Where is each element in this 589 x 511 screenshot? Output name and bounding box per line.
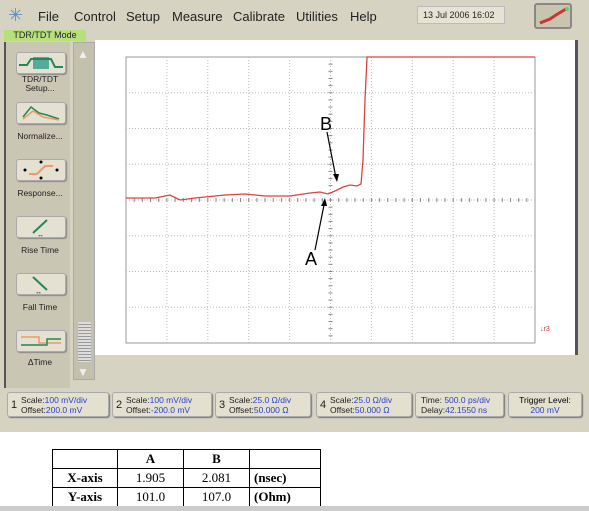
- annotation-label-a: A: [305, 249, 317, 269]
- timebase-button[interactable]: Time: 500.0 ps/div Delay:42.1550 ns: [415, 392, 504, 417]
- channel-2-button[interactable]: 2 Scale:100 mV/div Offset:-200.0 mV: [112, 392, 212, 417]
- normalize-icon: [22, 105, 60, 121]
- menu-utilities[interactable]: Utilities: [296, 9, 338, 24]
- bottom-border: [0, 506, 589, 511]
- response-icon: [23, 160, 59, 180]
- delta-time-button[interactable]: [16, 330, 66, 352]
- rise-time-button[interactable]: ↔: [16, 216, 66, 239]
- graph-icon: [539, 7, 569, 25]
- normalize-button[interactable]: [16, 102, 66, 124]
- tdr-setup-icon: [19, 57, 63, 69]
- annotation-arrow-a: [314, 199, 326, 251]
- scroll-down-icon[interactable]: ▼: [77, 365, 89, 379]
- sidebar: TDR/TDT Setup... Normalize... Response..…: [4, 42, 70, 388]
- reference-marker: ↓r3: [540, 326, 550, 333]
- svg-text:↔: ↔: [37, 232, 44, 237]
- table-header-row: A B: [52, 449, 321, 469]
- scroll-up-icon[interactable]: ▲: [77, 47, 89, 61]
- mode-label: TDR/TDT Mode: [4, 30, 86, 41]
- annotation-label-b: B: [320, 114, 332, 134]
- rise-time-icon: ↔: [32, 219, 48, 239]
- agilent-logo-icon: ✳: [8, 5, 24, 25]
- arrow-head-icon: [333, 174, 339, 182]
- waveform-display[interactable]: AB: [95, 40, 578, 355]
- menu-calibrate[interactable]: Calibrate: [233, 9, 285, 24]
- menu-setup[interactable]: Setup: [126, 9, 160, 24]
- channel-bar: 1 Scale:100 mV/div Offset:200.0 mV 2 Scale:…: [0, 392, 589, 420]
- channel-4-button[interactable]: 4 Scale:25.0 Ω/div Offset:50.000 Ω: [316, 392, 412, 417]
- fall-time-icon: ↔: [32, 276, 48, 296]
- menu-bar: ✳ File Control Setup Measure Calibrate U…: [0, 0, 589, 30]
- table-row: Y-axis 101.0 107.0 (Ohm): [52, 487, 321, 507]
- delta-time-icon: [21, 336, 61, 346]
- table-row: X-axis 1.905 2.081 (nsec): [52, 468, 321, 488]
- channel-3-button[interactable]: 3 Scale:25.0 Ω/div Offset:50.000 Ω: [215, 392, 311, 417]
- fall-time-button[interactable]: ↔: [16, 273, 66, 296]
- channel-1-button[interactable]: 1 Scale:100 mV/div Offset:200.0 mV: [7, 392, 109, 417]
- tdr-setup-button[interactable]: [16, 52, 66, 74]
- menu-measure[interactable]: Measure: [172, 9, 223, 24]
- menu-help[interactable]: Help: [350, 9, 377, 24]
- oscilloscope-app: ✳ File Control Setup Measure Calibrate U…: [0, 0, 589, 432]
- date-time: 13 Jul 2006 16:02: [417, 6, 505, 24]
- waveform-plot: AB: [125, 56, 536, 344]
- measurement-table: A B X-axis 1.905 2.081 (nsec) Y-axis 101…: [52, 449, 321, 507]
- sidebar-scrollbar[interactable]: ▲ ▼: [73, 42, 95, 380]
- svg-text:↔: ↔: [35, 289, 42, 294]
- display-button[interactable]: [534, 3, 572, 29]
- menu-control[interactable]: Control: [74, 9, 116, 24]
- trigger-button[interactable]: Trigger Level: 200 mV: [508, 392, 582, 417]
- menu-file[interactable]: File: [38, 9, 59, 24]
- response-button[interactable]: [16, 159, 66, 181]
- scroll-thumb[interactable]: [78, 322, 91, 362]
